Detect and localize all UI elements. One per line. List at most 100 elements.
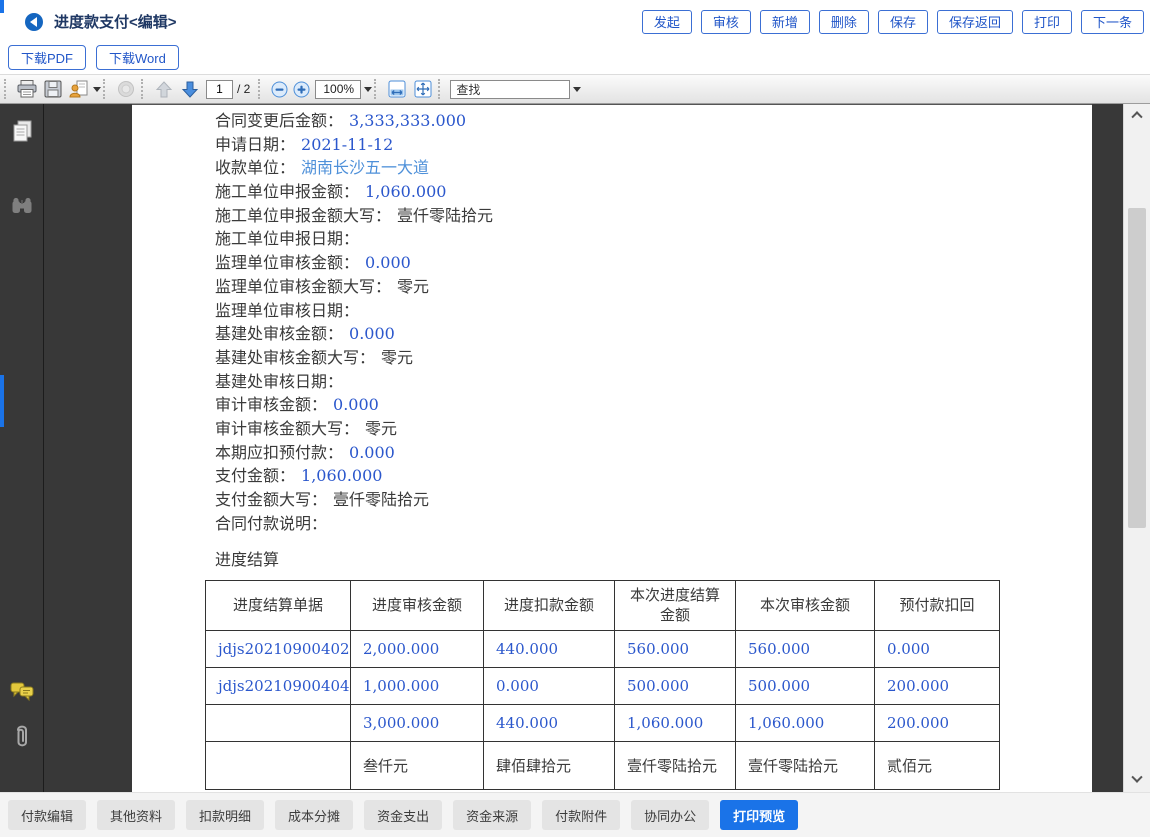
table-row: 叁仟元肆佰肆拾元壹仟零陆拾元壹仟零陆拾元贰佰元 (206, 742, 1000, 790)
page-down-button[interactable] (177, 77, 203, 101)
header-action-button[interactable]: 打印 (1022, 10, 1072, 34)
attachments-panel-button[interactable] (8, 722, 36, 750)
export-dropdown-caret[interactable] (93, 87, 101, 92)
tab-active-button[interactable]: 打印预览 (720, 800, 798, 830)
field-value: 0.000 (333, 395, 379, 414)
field-value: 零元 (397, 277, 429, 296)
header-action-button[interactable]: 新增 (760, 10, 810, 34)
document-line: 监理单位审核金额大写： 零元 (215, 275, 1092, 299)
scrollbar-thumb[interactable] (1128, 208, 1146, 528)
table-cell: 200.000 (875, 705, 1000, 742)
table-row: 3,000.000440.0001,060.0001,060.000200.00… (206, 705, 1000, 742)
page-area: 合同变更后金额：3,333,333.000申请日期：2021-11-12收款单位… (44, 104, 1123, 792)
search-panel-button[interactable] (8, 192, 36, 220)
table-cell (206, 705, 351, 742)
tab-button[interactable]: 扣款明细 (186, 800, 264, 830)
header-action-button[interactable]: 下一条 (1081, 10, 1144, 34)
field-label: 监理单位审核日期： (215, 301, 359, 320)
table-cell: 叁仟元 (351, 742, 484, 790)
print-icon (17, 80, 37, 98)
table-cell: 1,060.000 (736, 705, 875, 742)
scrollbar-up-button[interactable] (1124, 106, 1150, 122)
table-cell: 壹仟零陆拾元 (736, 742, 875, 790)
settlement-table-body: jdjs202109004022,000.000440.000560.00056… (206, 631, 1000, 790)
page-title: 进度款支付<编辑> (54, 11, 177, 32)
zoom-out-button[interactable] (268, 77, 290, 101)
document-line: 支付金额：1,060.000 (215, 464, 1092, 488)
export-icon (69, 80, 89, 98)
document-line: 施工单位申报日期： (215, 227, 1092, 251)
page-up-button (151, 77, 177, 101)
tab-button[interactable]: 其他资料 (97, 800, 175, 830)
zoom-dropdown-caret[interactable] (364, 87, 372, 92)
header-action-button[interactable]: 删除 (819, 10, 869, 34)
toolbar-grip (258, 79, 264, 99)
field-value: 2021-11-12 (301, 135, 393, 154)
field-value: 壹仟零陆拾元 (333, 490, 429, 509)
pages-icon (10, 119, 34, 145)
vertical-scrollbar[interactable] (1123, 104, 1150, 792)
table-cell (206, 742, 351, 790)
tab-button[interactable]: 资金来源 (453, 800, 531, 830)
toolbar-grip (4, 79, 10, 99)
corner-accent (0, 0, 4, 13)
document-line: 基建处审核日期： (215, 370, 1092, 394)
table-cell: 500.000 (615, 668, 736, 705)
field-value: 1,060.000 (301, 466, 382, 485)
fit-page-icon (414, 80, 432, 98)
header-action-button[interactable]: 审核 (701, 10, 751, 34)
tab-button[interactable]: 资金支出 (364, 800, 442, 830)
table-header-cell: 进度扣款金额 (484, 581, 615, 631)
field-value: 3,333,333.000 (349, 111, 466, 130)
comments-panel-button[interactable] (8, 678, 36, 706)
table-cell: 0.000 (484, 668, 615, 705)
download-button[interactable]: 下载PDF (8, 45, 86, 70)
field-value: 壹仟零陆拾元 (397, 206, 493, 225)
field-label: 申请日期： (215, 135, 295, 154)
header-action-button[interactable]: 发起 (642, 10, 692, 34)
sidebar-active-indicator (0, 375, 4, 427)
zoom-in-button[interactable] (290, 77, 312, 101)
pages-panel-button[interactable] (8, 118, 36, 146)
table-header-cell: 预付款扣回 (875, 581, 1000, 631)
field-label: 监理单位审核金额大写： (215, 277, 391, 296)
export-button[interactable] (66, 77, 92, 101)
save-button[interactable] (40, 77, 66, 101)
fit-page-button[interactable] (410, 77, 436, 101)
field-value: 零元 (381, 348, 413, 367)
document-line: 基建处审核金额大写：零元 (215, 346, 1092, 370)
tab-button[interactable]: 协同办公 (631, 800, 709, 830)
header-action-button[interactable]: 保存返回 (937, 10, 1013, 34)
field-value: 0.000 (365, 253, 411, 272)
header-action-button[interactable]: 保存 (878, 10, 928, 34)
field-label: 监理单位审核金额： (215, 253, 359, 272)
field-value[interactable]: 湖南长沙五一大道 (301, 158, 429, 177)
table-cell: 贰佰元 (875, 742, 1000, 790)
find-input[interactable] (450, 80, 570, 99)
field-label: 基建处审核金额： (215, 324, 343, 343)
snapshot-button-disabled (113, 77, 139, 101)
tab-button[interactable]: 成本分摊 (275, 800, 353, 830)
document-line: 收款单位：湖南长沙五一大道 (215, 156, 1092, 180)
table-cell: 2,000.000 (351, 631, 484, 668)
print-button[interactable] (14, 77, 40, 101)
zoom-level-value[interactable]: 100% (315, 80, 361, 99)
fit-width-button[interactable] (384, 77, 410, 101)
download-button[interactable]: 下载Word (96, 45, 179, 70)
table-cell: 3,000.000 (351, 705, 484, 742)
scrollbar-down-button[interactable] (1124, 772, 1150, 788)
document-line: 施工单位申报金额大写：壹仟零陆拾元 (215, 204, 1092, 228)
tab-button[interactable]: 付款附件 (542, 800, 620, 830)
page-number-input[interactable] (206, 80, 233, 99)
table-header-cell: 进度结算单据 (206, 581, 351, 631)
document-line: 本期应扣预付款：0.000 (215, 441, 1092, 465)
document-line: 审计审核金额：0.000 (215, 393, 1092, 417)
binoculars-search-icon (10, 196, 34, 216)
table-row: jdjs202109004041,000.0000.000500.000500.… (206, 668, 1000, 705)
document-line: 支付金额大写：壹仟零陆拾元 (215, 488, 1092, 512)
field-label: 基建处审核日期： (215, 372, 343, 391)
find-dropdown-caret[interactable] (573, 87, 581, 92)
table-cell: 560.000 (615, 631, 736, 668)
tab-button[interactable]: 付款编辑 (8, 800, 86, 830)
back-button[interactable] (25, 13, 43, 31)
